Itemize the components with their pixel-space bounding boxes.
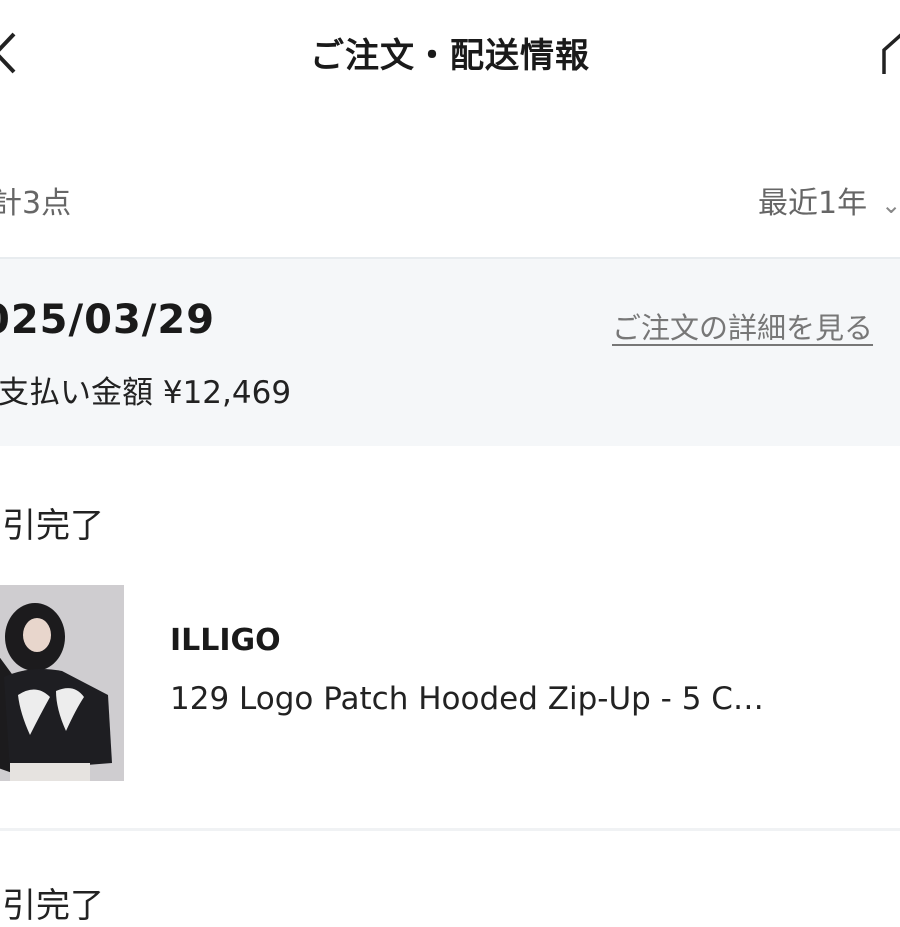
payment-value: ¥12,469 bbox=[162, 375, 292, 411]
order-status: 引完了 bbox=[2, 506, 104, 546]
order-detail-link[interactable]: ご注文の詳細を見る bbox=[612, 305, 873, 347]
page-title: ご注文・配送情報 bbox=[310, 36, 590, 76]
product-thumbnail[interactable] bbox=[0, 585, 124, 781]
product-photo-icon bbox=[0, 585, 124, 781]
chevron-down-icon: ⌄ bbox=[881, 191, 900, 219]
order-summary-bar: 計3点 最近1年 ⌄ bbox=[0, 160, 900, 256]
item-divider bbox=[0, 828, 900, 831]
app-header: ご注文・配送情報 bbox=[0, 0, 900, 110]
home-icon[interactable] bbox=[878, 28, 900, 76]
payment-label: 支払い金額 bbox=[0, 375, 153, 411]
order-header: 025/03/29 ご注文の詳細を見る 支払い金額 ¥12,469 bbox=[0, 257, 900, 446]
total-count: 計3点 bbox=[0, 186, 72, 221]
order-item[interactable]: ILLIGO 129 Logo Patch Hooded Zip-Up - 5 … bbox=[0, 585, 900, 785]
period-label: 最近1年 bbox=[758, 186, 868, 221]
period-filter-select[interactable]: 最近1年 ⌄ bbox=[758, 178, 900, 222]
order-date: 025/03/29 bbox=[0, 297, 216, 343]
product-name[interactable]: 129 Logo Patch Hooded Zip-Up - 5 C… bbox=[170, 681, 764, 717]
order-status: 引完了 bbox=[2, 886, 104, 926]
payment-amount: 支払い金額 ¥12,469 bbox=[0, 367, 291, 412]
product-brand: ILLIGO bbox=[170, 623, 281, 658]
